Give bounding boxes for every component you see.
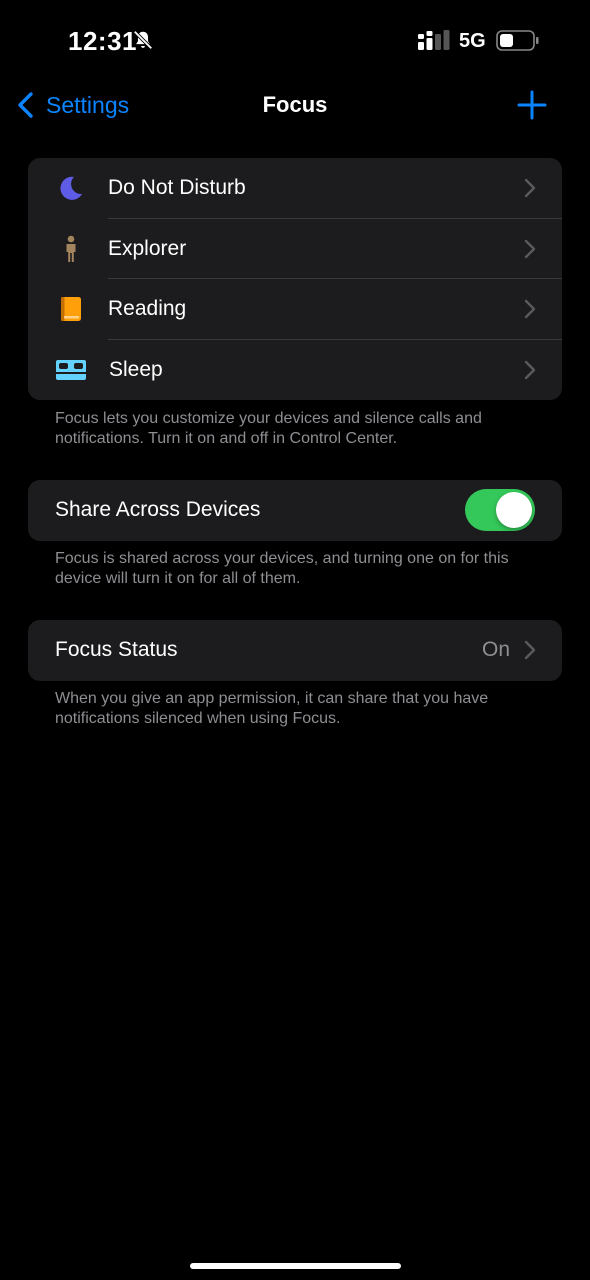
chevron-right-icon xyxy=(524,239,536,258)
toggle-knob xyxy=(496,492,532,529)
focus-status-label: Focus Status xyxy=(55,638,178,662)
share-across-devices-group: Share Across Devices xyxy=(28,480,562,541)
chevron-right-icon xyxy=(524,179,536,198)
page-title: Focus xyxy=(262,92,328,117)
plus-icon[interactable] xyxy=(516,89,548,121)
book-icon xyxy=(54,292,88,326)
status-footnote: When you give an app permission, it can … xyxy=(55,690,489,727)
focus-status-value: On xyxy=(481,638,510,662)
focus-mode-label: Explorer xyxy=(108,236,187,260)
network-type: 5G xyxy=(459,30,486,52)
moon-icon xyxy=(54,171,88,205)
focus-mode-do-not-disturb[interactable]: Do Not Disturb xyxy=(28,158,562,219)
share-footnote: Focus is shared across your devices, and… xyxy=(55,550,509,587)
status-time: 12:31 xyxy=(68,26,137,56)
focus-footnote: Focus lets you customize your devices an… xyxy=(55,410,482,447)
chevron-right-icon xyxy=(524,360,536,379)
focus-mode-label: Reading xyxy=(108,297,187,321)
battery-icon xyxy=(496,30,539,51)
chevron-right-icon xyxy=(524,641,536,660)
chevron-right-icon xyxy=(524,300,536,319)
status-bar: 12:31 5G xyxy=(0,0,590,80)
focus-mode-sleep[interactable]: Sleep xyxy=(28,340,562,401)
person-icon xyxy=(54,232,88,266)
focus-modes-list: Do Not Disturb Explorer Reading Sleep xyxy=(28,158,562,400)
focus-mode-reading[interactable]: Reading xyxy=(28,279,562,340)
bell-slash-icon xyxy=(133,30,153,50)
signal-icon xyxy=(418,30,450,50)
focus-status-row[interactable]: Focus Status On xyxy=(28,620,562,681)
focus-mode-label: Sleep xyxy=(109,357,163,381)
focus-status-group: Focus Status On xyxy=(28,620,562,681)
home-indicator[interactable] xyxy=(190,1263,401,1269)
bed-icon xyxy=(54,353,88,387)
share-across-devices-row: Share Across Devices xyxy=(28,480,562,541)
navigation-bar: Settings Focus xyxy=(0,80,590,130)
share-across-devices-label: Share Across Devices xyxy=(55,498,261,522)
share-across-devices-toggle[interactable] xyxy=(465,489,535,532)
focus-mode-explorer[interactable]: Explorer xyxy=(28,219,562,279)
focus-mode-label: Do Not Disturb xyxy=(108,176,246,200)
